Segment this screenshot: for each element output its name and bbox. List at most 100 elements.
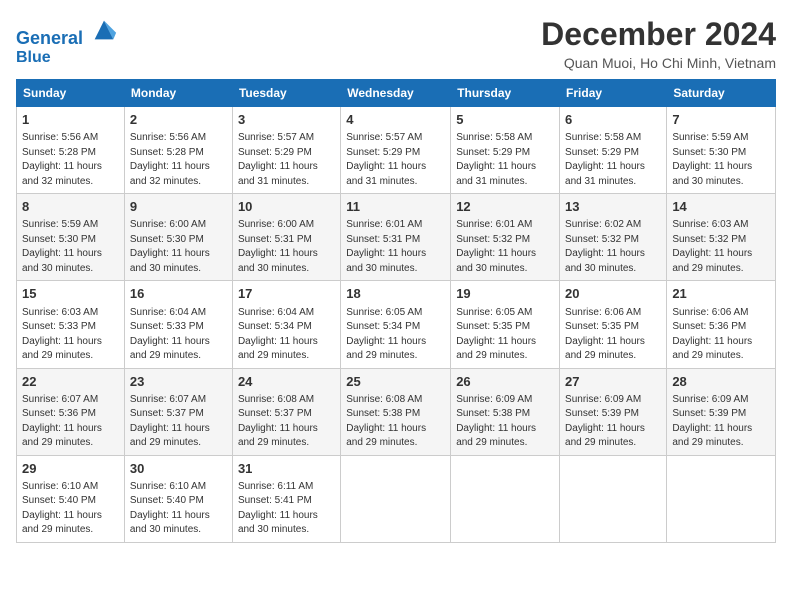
day-info: Sunrise: 6:09 AM Sunset: 5:38 PM Dayligh… (456, 393, 554, 451)
day-info: Sunrise: 5:59 AM Sunset: 5:30 PM Dayligh… (672, 131, 770, 189)
day-number: 9 (130, 198, 227, 216)
weekday-header-tuesday: Tuesday (232, 80, 340, 107)
day-number: 26 (456, 373, 554, 391)
day-number: 31 (238, 460, 335, 478)
day-cell-19: 19 Sunrise: 6:05 AM Sunset: 5:35 PM Dayli… (451, 281, 560, 368)
day-number: 12 (456, 198, 554, 216)
location: Quan Muoi, Ho Chi Minh, Vietnam (541, 55, 776, 71)
day-cell-23: 23 Sunrise: 6:07 AM Sunset: 5:37 PM Dayli… (124, 368, 232, 455)
day-cell-17: 17 Sunrise: 6:04 AM Sunset: 5:34 PM Dayli… (232, 281, 340, 368)
day-number: 29 (22, 460, 119, 478)
day-cell-9: 9 Sunrise: 6:00 AM Sunset: 5:30 PM Daylig… (124, 194, 232, 281)
day-number: 4 (346, 111, 445, 129)
day-number: 20 (565, 285, 661, 303)
day-number: 25 (346, 373, 445, 391)
day-number: 17 (238, 285, 335, 303)
week-row-4: 22 Sunrise: 6:07 AM Sunset: 5:36 PM Dayli… (17, 368, 776, 455)
day-number: 23 (130, 373, 227, 391)
weekday-header-sunday: Sunday (17, 80, 125, 107)
day-number: 11 (346, 198, 445, 216)
logo-blue: Blue (16, 49, 118, 67)
day-cell-22: 22 Sunrise: 6:07 AM Sunset: 5:36 PM Dayli… (17, 368, 125, 455)
day-info: Sunrise: 6:05 AM Sunset: 5:34 PM Dayligh… (346, 306, 445, 364)
empty-cell (451, 455, 560, 542)
day-cell-14: 14Sunrise: 6:03 AM Sunset: 5:32 PM Dayli… (667, 194, 776, 281)
title-block: December 2024 Quan Muoi, Ho Chi Minh, Vi… (541, 16, 776, 71)
empty-cell (560, 455, 667, 542)
day-info: Sunrise: 6:02 AM Sunset: 5:32 PM Dayligh… (565, 218, 661, 276)
day-info: Sunrise: 6:11 AM Sunset: 5:41 PM Dayligh… (238, 480, 335, 538)
day-cell-30: 30 Sunrise: 6:10 AM Sunset: 5:40 PM Dayli… (124, 455, 232, 542)
day-info: Sunrise: 6:00 AM Sunset: 5:31 PM Dayligh… (238, 218, 335, 276)
logo-text: General (16, 16, 118, 49)
day-info: Sunrise: 6:09 AM Sunset: 5:39 PM Dayligh… (672, 393, 770, 451)
weekday-header-wednesday: Wednesday (341, 80, 451, 107)
week-row-2: 8 Sunrise: 5:59 AM Sunset: 5:30 PM Daylig… (17, 194, 776, 281)
week-row-1: 1 Sunrise: 5:56 AM Sunset: 5:28 PM Daylig… (17, 107, 776, 194)
day-info: Sunrise: 6:05 AM Sunset: 5:35 PM Dayligh… (456, 306, 554, 364)
day-cell-11: 11 Sunrise: 6:01 AM Sunset: 5:31 PM Dayli… (341, 194, 451, 281)
day-info: Sunrise: 6:09 AM Sunset: 5:39 PM Dayligh… (565, 393, 661, 451)
day-cell-7: 7 Sunrise: 5:59 AM Sunset: 5:30 PM Daylig… (667, 107, 776, 194)
day-info: Sunrise: 6:04 AM Sunset: 5:34 PM Dayligh… (238, 306, 335, 364)
day-cell-12: 12Sunrise: 6:01 AM Sunset: 5:32 PM Dayli… (451, 194, 560, 281)
empty-cell (341, 455, 451, 542)
day-info: Sunrise: 6:10 AM Sunset: 5:40 PM Dayligh… (22, 480, 119, 538)
day-number: 19 (456, 285, 554, 303)
day-number: 30 (130, 460, 227, 478)
day-number: 27 (565, 373, 661, 391)
day-number: 10 (238, 198, 335, 216)
day-info: Sunrise: 5:57 AM Sunset: 5:29 PM Dayligh… (238, 131, 335, 189)
day-number: 2 (130, 111, 227, 129)
day-info: Sunrise: 6:06 AM Sunset: 5:36 PM Dayligh… (672, 306, 770, 364)
day-info: Sunrise: 6:01 AM Sunset: 5:31 PM Dayligh… (346, 218, 445, 276)
day-info: Sunrise: 6:07 AM Sunset: 5:37 PM Dayligh… (130, 393, 227, 451)
day-cell-10: 10 Sunrise: 6:00 AM Sunset: 5:31 PM Dayli… (232, 194, 340, 281)
day-cell-28: 28 Sunrise: 6:09 AM Sunset: 5:39 PM Dayli… (667, 368, 776, 455)
day-info: Sunrise: 5:59 AM Sunset: 5:30 PM Dayligh… (22, 218, 119, 276)
day-cell-1: 1Sunrise: 5:56 AM Sunset: 5:28 PM Daylig… (17, 107, 125, 194)
day-number: 3 (238, 111, 335, 129)
day-number: 22 (22, 373, 119, 391)
day-info: Sunrise: 6:07 AM Sunset: 5:36 PM Dayligh… (22, 393, 119, 451)
day-number: 24 (238, 373, 335, 391)
logo-general: General (16, 28, 83, 48)
day-number: 21 (672, 285, 770, 303)
day-number: 28 (672, 373, 770, 391)
day-info: Sunrise: 6:08 AM Sunset: 5:37 PM Dayligh… (238, 393, 335, 451)
day-number: 1 (22, 111, 119, 129)
day-info: Sunrise: 6:00 AM Sunset: 5:30 PM Dayligh… (130, 218, 227, 276)
day-number: 5 (456, 111, 554, 129)
week-row-5: 29 Sunrise: 6:10 AM Sunset: 5:40 PM Dayli… (17, 455, 776, 542)
day-cell-25: 25 Sunrise: 6:08 AM Sunset: 5:38 PM Dayli… (341, 368, 451, 455)
day-info: Sunrise: 6:10 AM Sunset: 5:40 PM Dayligh… (130, 480, 227, 538)
day-info: Sunrise: 5:57 AM Sunset: 5:29 PM Dayligh… (346, 131, 445, 189)
day-cell-5: 5Sunrise: 5:58 AM Sunset: 5:29 PM Daylig… (451, 107, 560, 194)
day-info: Sunrise: 5:58 AM Sunset: 5:29 PM Dayligh… (565, 131, 661, 189)
day-info: Sunrise: 6:03 AM Sunset: 5:32 PM Dayligh… (672, 218, 770, 276)
weekday-header-monday: Monday (124, 80, 232, 107)
day-cell-29: 29 Sunrise: 6:10 AM Sunset: 5:40 PM Dayli… (17, 455, 125, 542)
day-info: Sunrise: 6:04 AM Sunset: 5:33 PM Dayligh… (130, 306, 227, 364)
day-info: Sunrise: 6:08 AM Sunset: 5:38 PM Dayligh… (346, 393, 445, 451)
day-number: 15 (22, 285, 119, 303)
day-cell-20: 20 Sunrise: 6:06 AM Sunset: 5:35 PM Dayli… (560, 281, 667, 368)
day-number: 8 (22, 198, 119, 216)
day-info: Sunrise: 6:03 AM Sunset: 5:33 PM Dayligh… (22, 306, 119, 364)
logo: General Blue (16, 16, 118, 66)
month-title: December 2024 (541, 16, 776, 53)
day-cell-13: 13Sunrise: 6:02 AM Sunset: 5:32 PM Dayli… (560, 194, 667, 281)
weekday-header-saturday: Saturday (667, 80, 776, 107)
day-cell-24: 24 Sunrise: 6:08 AM Sunset: 5:37 PM Dayli… (232, 368, 340, 455)
day-number: 6 (565, 111, 661, 129)
day-cell-31: 31 Sunrise: 6:11 AM Sunset: 5:41 PM Dayli… (232, 455, 340, 542)
calendar-table: SundayMondayTuesdayWednesdayThursdayFrid… (16, 79, 776, 543)
day-number: 7 (672, 111, 770, 129)
day-info: Sunrise: 5:56 AM Sunset: 5:28 PM Dayligh… (130, 131, 227, 189)
day-cell-6: 6 Sunrise: 5:58 AM Sunset: 5:29 PM Daylig… (560, 107, 667, 194)
day-number: 16 (130, 285, 227, 303)
day-cell-8: 8 Sunrise: 5:59 AM Sunset: 5:30 PM Daylig… (17, 194, 125, 281)
day-info: Sunrise: 6:06 AM Sunset: 5:35 PM Dayligh… (565, 306, 661, 364)
day-cell-16: 16 Sunrise: 6:04 AM Sunset: 5:33 PM Dayli… (124, 281, 232, 368)
logo-icon (90, 16, 118, 44)
